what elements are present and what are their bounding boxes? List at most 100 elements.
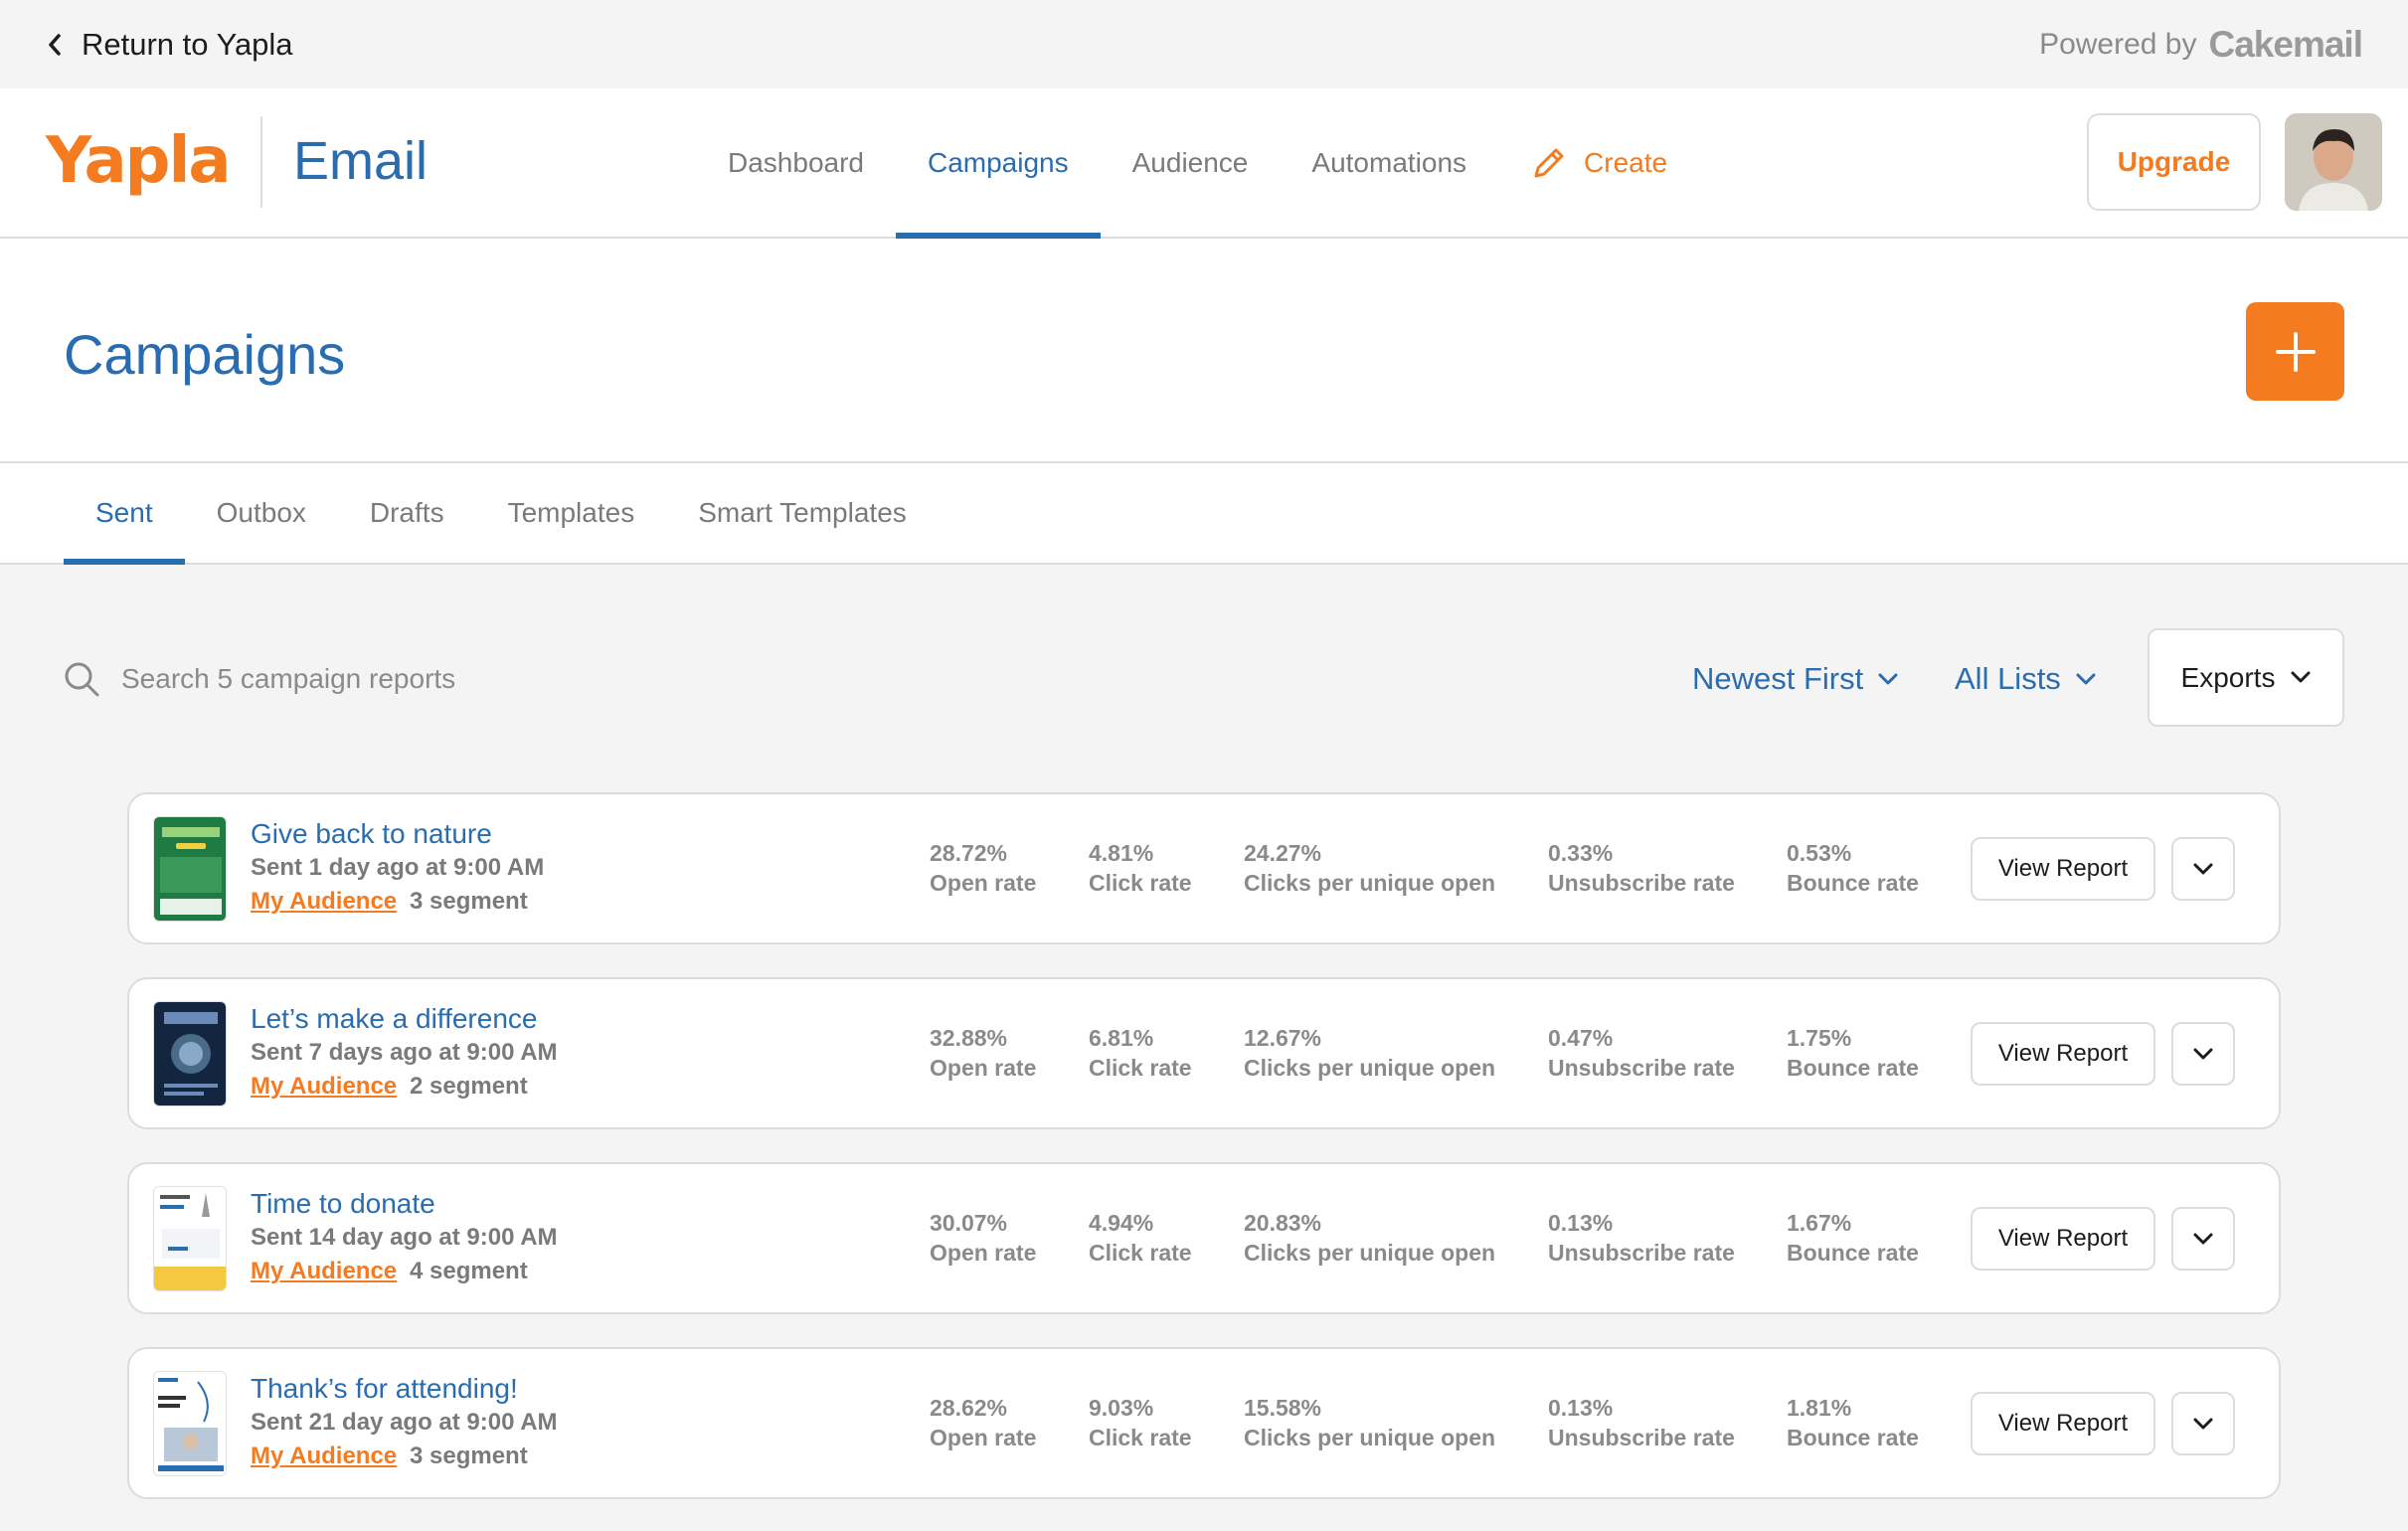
campaign-card[interactable]: Give back to nature Sent 1 day ago at 9:… (127, 792, 2281, 944)
chevron-down-icon (2193, 1418, 2213, 1429)
stat-value: 0.33% (1548, 840, 1614, 866)
upgrade-button[interactable]: Upgrade (2087, 113, 2261, 211)
chevron-down-icon (2076, 673, 2096, 685)
view-report-button[interactable]: View Report (1971, 1392, 2155, 1455)
stat-bounce-rate: 1.67% Bounce rate (1787, 1208, 1919, 1268)
expand-button[interactable] (2171, 1392, 2235, 1455)
stat-value: 1.67% (1787, 1210, 1852, 1236)
segment-count: 4 segment (410, 1258, 528, 1284)
search-bar (62, 656, 758, 702)
stat-value: 4.81% (1089, 840, 1154, 866)
stat-unsubscribe-rate: 0.47% Unsubscribe rate (1548, 1023, 1735, 1083)
campaign-title[interactable]: Let’s make a difference (251, 1003, 537, 1035)
user-avatar[interactable] (2285, 113, 2382, 211)
stat-label: Open rate (930, 1425, 1037, 1450)
stat-value: 20.83% (1244, 1210, 1322, 1236)
exports-label: Exports (2180, 661, 2276, 693)
stat-value: 0.47% (1548, 1025, 1614, 1051)
nav-campaigns[interactable]: Campaigns (895, 88, 1101, 239)
lists-dropdown[interactable]: All Lists (1955, 656, 2097, 702)
tab-templates[interactable]: Templates (476, 463, 667, 563)
view-report-button[interactable]: View Report (1971, 837, 2155, 901)
nav-dashboard[interactable]: Dashboard (696, 88, 896, 237)
tab-drafts[interactable]: Drafts (338, 463, 476, 563)
stat-click-rate: 4.81% Click rate (1089, 838, 1192, 898)
tab-outbox-label: Outbox (216, 497, 306, 528)
campaign-thumbnail (153, 1001, 227, 1106)
view-report-button[interactable]: View Report (1971, 1207, 2155, 1271)
campaign-sent-time: Sent 14 day ago at 9:00 AM (251, 1224, 558, 1251)
add-campaign-button[interactable] (2246, 302, 2344, 401)
campaign-card[interactable]: Let’s make a difference Sent 7 days ago … (127, 977, 2281, 1129)
campaign-title[interactable]: Thank’s for attending! (251, 1373, 518, 1405)
tab-outbox[interactable]: Outbox (185, 463, 338, 563)
view-report-button[interactable]: View Report (1971, 1022, 2155, 1086)
nav-automations-label: Automations (1311, 146, 1467, 178)
stat-value: 1.81% (1787, 1395, 1852, 1421)
chevron-down-icon (2291, 671, 2311, 683)
nav-campaigns-label: Campaigns (927, 146, 1069, 178)
stat-value: 28.62% (930, 1395, 1008, 1421)
campaign-thumbnail (153, 1186, 227, 1291)
chevron-down-icon (2193, 1048, 2213, 1059)
stat-bounce-rate: 0.53% Bounce rate (1787, 838, 1919, 898)
stat-value: 6.81% (1089, 1025, 1154, 1051)
sort-label: Newest First (1692, 661, 1864, 696)
stat-label: Unsubscribe rate (1548, 1055, 1735, 1081)
stat-value: 12.67% (1244, 1025, 1322, 1051)
stat-label: Bounce rate (1787, 870, 1919, 896)
tab-smart-templates[interactable]: Smart Templates (666, 463, 939, 563)
top-bar: Return to Yapla Powered by Cakemail (0, 0, 2408, 88)
yapla-logo[interactable]: Yapla (46, 124, 232, 198)
stat-label: Clicks per unique open (1244, 1240, 1496, 1266)
nav-dashboard-label: Dashboard (728, 146, 864, 178)
stat-unsubscribe-rate: 0.13% Unsubscribe rate (1548, 1208, 1735, 1268)
audience-link[interactable]: My Audience (251, 1258, 397, 1285)
campaign-sent-time: Sent 7 days ago at 9:00 AM (251, 1039, 558, 1066)
stat-value: 4.94% (1089, 1210, 1154, 1236)
stat-label: Clicks per unique open (1244, 1425, 1496, 1450)
tabs-bar: Sent Outbox Drafts Templates Smart Templ… (0, 463, 2408, 565)
campaign-sent-time: Sent 1 day ago at 9:00 AM (251, 854, 545, 881)
nav-create-label: Create (1584, 146, 1668, 178)
campaign-title[interactable]: Give back to nature (251, 818, 492, 850)
expand-button[interactable] (2171, 1207, 2235, 1271)
powered-by: Powered by Cakemail (2039, 22, 2363, 68)
cakemail-logo: Cakemail (2208, 24, 2363, 65)
audience-link[interactable]: My Audience (251, 1073, 397, 1101)
search-input[interactable] (121, 663, 718, 695)
chevron-left-icon (49, 34, 61, 56)
stat-unsubscribe-rate: 0.13% Unsubscribe rate (1548, 1393, 1735, 1452)
stat-value: 0.13% (1548, 1395, 1614, 1421)
stat-value: 9.03% (1089, 1395, 1154, 1421)
stat-label: Open rate (930, 1055, 1037, 1081)
avatar-image (2285, 113, 2382, 211)
campaign-sent-time: Sent 21 day ago at 9:00 AM (251, 1409, 558, 1436)
audience-link[interactable]: My Audience (251, 1443, 397, 1470)
campaign-tabs: Sent Outbox Drafts Templates Smart Templ… (64, 463, 939, 565)
campaign-card[interactable]: Thank’s for attending! Sent 21 day ago a… (127, 1347, 2281, 1499)
tab-sent[interactable]: Sent (64, 463, 185, 565)
chevron-down-icon (1878, 673, 1898, 685)
stat-label: Bounce rate (1787, 1240, 1919, 1266)
pencil-icon (1534, 148, 1564, 177)
audience-link[interactable]: My Audience (251, 888, 397, 916)
campaign-card[interactable]: Time to donate Sent 14 day ago at 9:00 A… (127, 1162, 2281, 1314)
stat-label: Clicks per unique open (1244, 870, 1496, 896)
page-title: Campaigns (64, 323, 346, 386)
chevron-down-icon (2193, 863, 2213, 874)
nav-create[interactable]: Create (1498, 88, 1699, 237)
nav-audience[interactable]: Audience (1101, 88, 1281, 237)
return-link[interactable]: Return to Yapla (46, 24, 293, 66)
expand-button[interactable] (2171, 837, 2235, 901)
expand-button[interactable] (2171, 1022, 2235, 1086)
campaign-title[interactable]: Time to donate (251, 1188, 435, 1220)
exports-button[interactable]: Exports (2148, 628, 2344, 727)
stat-clicks-per-unique-open: 20.83% Clicks per unique open (1244, 1208, 1495, 1268)
lists-label: All Lists (1955, 661, 2061, 696)
stat-label: Bounce rate (1787, 1425, 1919, 1450)
logo-divider (260, 116, 262, 208)
sort-dropdown[interactable]: Newest First (1692, 656, 1899, 702)
nav-automations[interactable]: Automations (1280, 88, 1498, 237)
app-header: Yapla Email Dashboard Campaigns Audience… (0, 88, 2408, 239)
